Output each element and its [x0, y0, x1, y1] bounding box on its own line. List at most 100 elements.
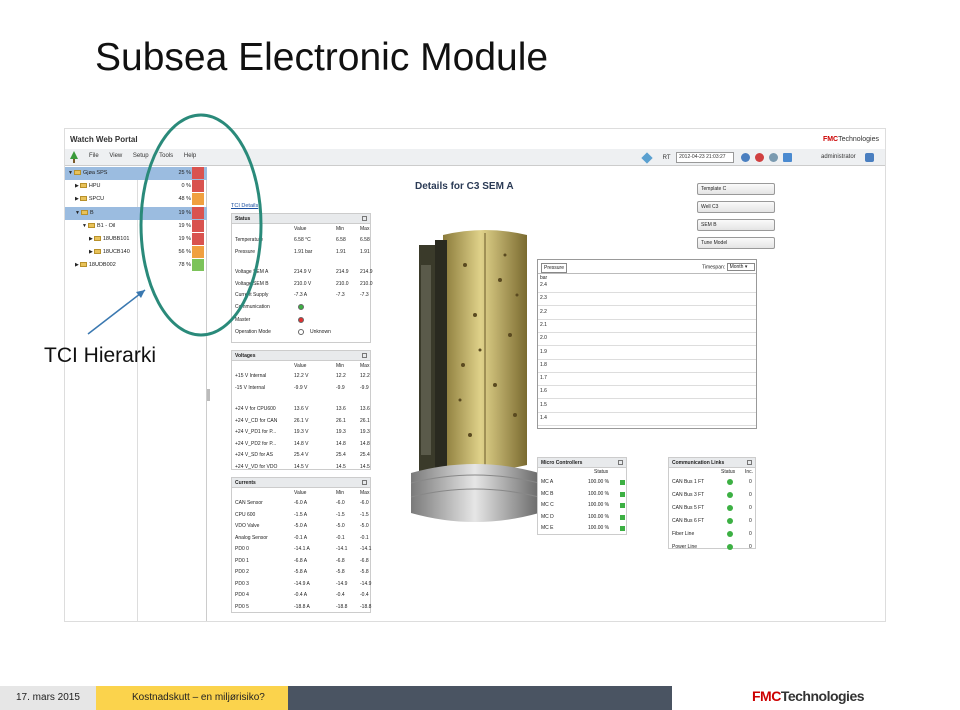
- row-max: -6.0: [360, 500, 369, 506]
- template-button[interactable]: Well C3: [697, 201, 775, 213]
- tree-item[interactable]: ▶ HPU 0 %: [65, 180, 207, 193]
- menu-setup[interactable]: Setup: [133, 153, 149, 159]
- collapsed-icon[interactable]: ▶: [75, 196, 79, 202]
- stop-icon[interactable]: [755, 153, 764, 162]
- health-indicator: [192, 193, 204, 206]
- refresh-icon[interactable]: [769, 153, 778, 162]
- help-icon[interactable]: [741, 153, 750, 162]
- table-row: +24 V_PD1 for P... 19.3 V 19.3 19.3: [232, 427, 370, 438]
- gridline: [538, 358, 756, 360]
- tree-item[interactable]: ▼ B1 - Oil 19 %: [65, 219, 207, 233]
- status-led-icon: [620, 480, 625, 485]
- row-value: 210.0 V: [294, 280, 312, 287]
- row-label: CAN Bus 5 FT: [672, 505, 705, 511]
- collapse-icon[interactable]: [362, 480, 367, 485]
- window-icon[interactable]: [783, 153, 792, 162]
- footer-date: 17. mars 2015: [0, 686, 96, 710]
- folder-icon: [79, 183, 87, 189]
- row-min: -6.0: [336, 500, 345, 506]
- y-unit-label: bar: [540, 275, 548, 281]
- row-min: -7.3: [336, 292, 345, 298]
- tree-item[interactable]: ▼ Gjøa SPS 25 %: [65, 167, 207, 180]
- timespan-select[interactable]: Month ▾: [726, 263, 755, 271]
- splitter-handle[interactable]: [207, 389, 210, 401]
- timespan-control: Timespan: Month ▾: [702, 263, 755, 271]
- gridline: [538, 345, 756, 347]
- collapsed-icon[interactable]: ▶: [75, 262, 79, 268]
- expanded-icon[interactable]: ▼: [75, 210, 80, 216]
- status-led-icon: [727, 492, 733, 498]
- tree-item[interactable]: ▶ 18UDB002 78 %: [65, 259, 207, 272]
- row-label: MC A: [541, 479, 554, 485]
- row-label: Power Line: [672, 544, 698, 550]
- tree-item[interactable]: ▶ 18UCB140 56 %: [65, 246, 207, 259]
- row-inc: 0: [749, 479, 752, 485]
- row-max: 19.3: [360, 429, 370, 435]
- rt-datetime-field[interactable]: 2012-04-23 21:03:27: [676, 152, 735, 163]
- template-button[interactable]: Template C: [697, 183, 775, 195]
- collapse-icon[interactable]: [362, 216, 367, 221]
- collapsed-icon[interactable]: ▶: [75, 183, 79, 189]
- row-value: -14.9 A: [294, 580, 310, 587]
- row-value: 14.5 V: [294, 463, 309, 470]
- row-min: -1.5: [336, 511, 345, 518]
- health-indicator: [192, 233, 204, 245]
- y-tick-label: 1.9: [540, 348, 547, 355]
- row-inc: 0: [749, 518, 752, 524]
- table-row: Pressure 1.91 bar 1.91 1.91: [232, 247, 370, 258]
- row-label: Fiber Line: [672, 531, 695, 537]
- row-label: Pressure: [235, 248, 256, 255]
- tree-item[interactable]: ▶ SPCU 48 %: [65, 193, 207, 206]
- menu-file[interactable]: File: [89, 153, 99, 159]
- row-min: 26.1: [336, 417, 346, 424]
- row-max: -9.9: [360, 384, 369, 391]
- row-min: 210.0: [336, 280, 349, 287]
- status-header: Status: [232, 214, 370, 224]
- menu-view[interactable]: View: [109, 153, 122, 159]
- footer-title: Kostnadskutt – en miljørisiko?: [96, 686, 288, 710]
- collapsed-icon[interactable]: ▶: [89, 249, 93, 255]
- collapse-icon[interactable]: [747, 460, 752, 465]
- currents-panel: Currents Value Min Max CAN Sensor -6.0 A-…: [231, 477, 371, 613]
- row-value: 13.6 V: [294, 406, 309, 412]
- table-row: +24 V for CPU600 13.6 V 13.6 13.6: [232, 404, 370, 415]
- status-led-icon: [727, 479, 733, 485]
- template-button[interactable]: Tune Model: [697, 237, 775, 249]
- row-value: -9.9 V: [294, 384, 308, 391]
- row-value: -0.4 A: [294, 592, 308, 598]
- tci-details-link[interactable]: TCI Details: [231, 203, 258, 209]
- pressure-tab[interactable]: Pressure: [541, 263, 568, 273]
- gridline: [538, 305, 756, 307]
- portal-title: Watch Web Portal: [70, 135, 138, 144]
- row-inc: 0: [749, 531, 752, 537]
- collapsed-icon[interactable]: ▶: [89, 236, 93, 242]
- row-label: MC D: [541, 513, 554, 520]
- logout-icon[interactable]: [865, 153, 874, 162]
- menu-tools[interactable]: Tools: [159, 153, 173, 159]
- health-indicator: [192, 167, 204, 179]
- row-label: Temperature: [235, 237, 264, 243]
- row-label: Current Supply: [235, 292, 269, 298]
- table-row: MC C 100.00 %: [538, 500, 626, 511]
- status-led-icon: [620, 491, 625, 497]
- tree-item[interactable]: ▼ B 19 %: [65, 206, 207, 220]
- menu-help[interactable]: Help: [184, 153, 196, 159]
- collapse-icon[interactable]: [362, 353, 367, 358]
- row-value: 14.8 V: [294, 440, 309, 447]
- expanded-icon[interactable]: ▼: [82, 223, 87, 229]
- folder-icon: [87, 222, 95, 228]
- row-label: Voltage SEM B: [235, 280, 269, 287]
- expanded-icon[interactable]: ▼: [68, 170, 73, 176]
- template-button[interactable]: SEM B: [697, 219, 775, 231]
- table-row: CPU 600 -1.5 A -1.5 -1.5: [232, 510, 370, 521]
- table-row: Temperature 6.58 °C 6.58 6.58: [232, 235, 370, 246]
- row-value: 6.58 °C: [294, 237, 311, 243]
- tree-item-label: ▶ HPU: [75, 183, 101, 190]
- tree-item[interactable]: ▶ 18UBB101 19 %: [65, 233, 207, 246]
- row-inc: 0: [749, 505, 752, 511]
- row-value: 100.00 %: [588, 479, 610, 485]
- collapse-icon[interactable]: [618, 460, 623, 465]
- row-min: -9.9: [336, 384, 345, 391]
- row-min: -0.4: [336, 592, 345, 598]
- row-inc: 0: [749, 492, 752, 498]
